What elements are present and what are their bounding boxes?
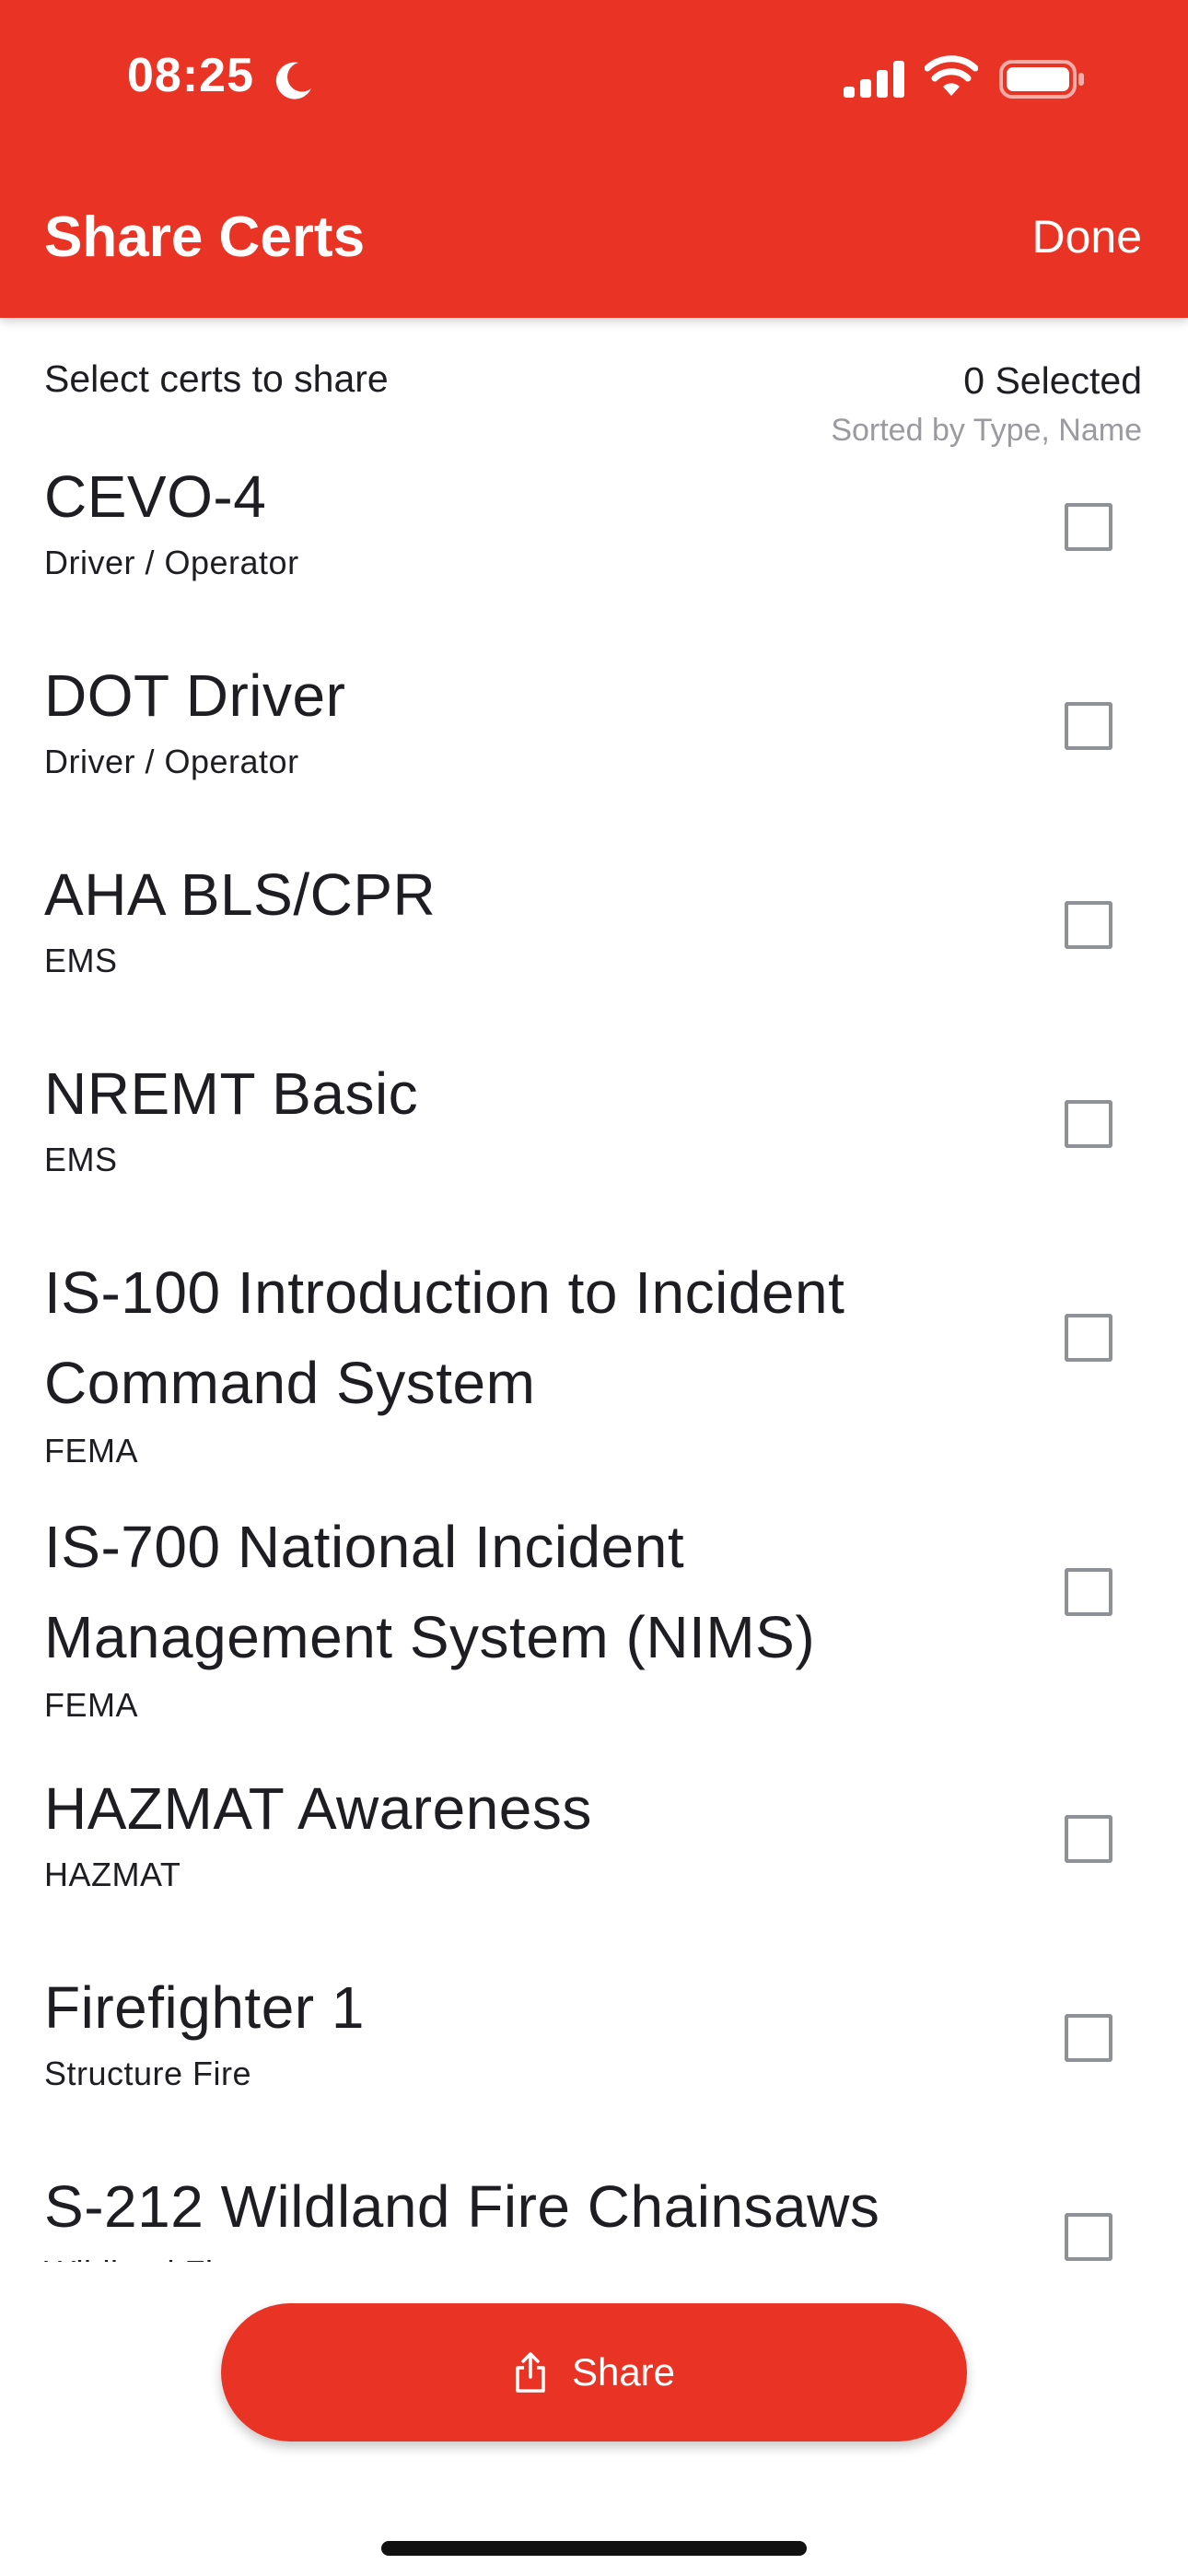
done-button[interactable]: Done [1031,210,1142,263]
cert-type: EMS [44,1141,118,1178]
cert-checkbox[interactable] [1065,503,1112,551]
cert-name: AHA BLS/CPR [44,861,437,928]
cert-item[interactable]: NREMT Basic EMS [0,1048,1188,1247]
cert-type: FEMA [44,1432,139,1469]
cert-name: CEVO-4 [44,463,267,530]
cert-list[interactable]: CEVO-4 Driver / Operator DOT Driver Driv… [0,451,1188,2262]
cert-checkbox[interactable] [1065,2213,1112,2261]
cert-type: EMS [44,942,118,979]
cert-checkbox[interactable] [1065,2014,1112,2062]
app-header: 08:25 Share Certs Done [0,0,1188,318]
share-icon [516,2352,545,2393]
cert-item[interactable]: Firefighter 1 Structure Fire [0,1962,1188,2161]
cert-name: Firefighter 1 [44,1974,365,2041]
home-indicator[interactable] [381,2541,807,2556]
moon-icon [275,62,311,100]
cert-checkbox[interactable] [1065,1568,1112,1616]
cert-checkbox[interactable] [1065,702,1112,750]
cert-type: Driver / Operator [44,743,299,780]
select-prompt: Select certs to share [44,357,389,400]
cellular-signal-icon [844,61,904,98]
cert-name: IS-100 Introduction to Incident Command … [44,1259,845,1416]
selected-count: 0 Selected [963,359,1142,402]
cert-type: Wildland Fire [44,2254,244,2262]
cert-name: HAZMAT Awareness [44,1775,592,1842]
cert-item[interactable]: DOT Driver Driver / Operator [0,650,1188,849]
cert-name: IS-700 National Incident Management Syst… [44,1514,816,1670]
cert-checkbox[interactable] [1065,1314,1112,1362]
cert-item[interactable]: CEVO-4 Driver / Operator [0,451,1188,650]
cert-item[interactable]: S-212 Wildland Fire Chainsaws Wildland F… [0,2161,1188,2262]
cert-type: FEMA [44,1686,139,1724]
cert-item[interactable]: AHA BLS/CPR EMS [0,849,1188,1048]
cert-item[interactable]: IS-700 National Incident Management Syst… [0,1502,1188,1763]
status-time: 08:25 [127,49,254,102]
cert-checkbox[interactable] [1065,1100,1112,1148]
cert-item[interactable]: IS-100 Introduction to Incident Command … [0,1247,1188,1502]
status-bar: 08:25 [0,0,1188,157]
cert-checkbox[interactable] [1065,1815,1112,1863]
cert-type: Driver / Operator [44,544,299,581]
share-button[interactable]: Share [221,2303,967,2441]
share-label: Share [571,2350,676,2394]
page-title: Share Certs [44,205,366,269]
cert-name: S-212 Wildland Fire Chainsaws [44,2173,880,2240]
cert-name: NREMT Basic [44,1060,419,1127]
battery-icon [999,60,1084,99]
cert-type: Structure Fire [44,2055,252,2092]
cert-item[interactable]: HAZMAT Awareness HAZMAT [0,1763,1188,1962]
wifi-icon [925,55,978,96]
cert-type: HAZMAT [44,1856,181,1893]
cert-name: DOT Driver [44,662,346,729]
sort-label[interactable]: Sorted by Type, Name [831,413,1142,449]
cert-checkbox[interactable] [1065,901,1112,949]
